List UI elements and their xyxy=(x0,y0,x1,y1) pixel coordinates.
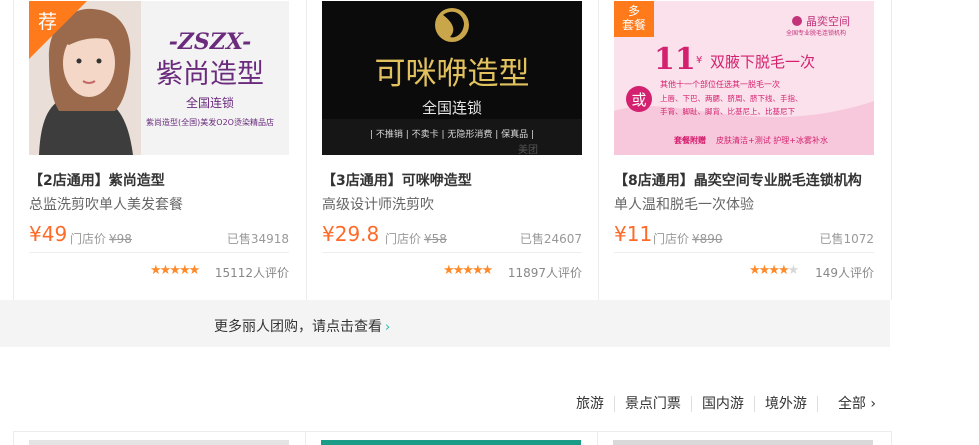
poster-tags: | 不推销 | 不卖卡 | 无隐形消费 | 保真品 | xyxy=(370,128,534,140)
poster-parts2: 手背、脚趾、脚背、比基尼上、比基尼下 xyxy=(660,106,795,116)
badge-text: 多 套餐 xyxy=(621,4,646,32)
deal-title[interactable]: 【8店通用】晶奕空间专业脱毛连锁机构 xyxy=(614,170,874,190)
poster-name: 可咪咿造型 xyxy=(375,56,530,92)
poster-price: 11 xyxy=(654,42,696,77)
poster-alt: 或 xyxy=(631,91,646,109)
deal-subtitle: 单人温和脱毛一次体验 xyxy=(614,197,754,213)
poster-brand: 晶奕空间 xyxy=(806,14,850,28)
original-price: 门店价 ¥58 xyxy=(385,232,447,246)
deal-card[interactable]: 可咪咿造型 全国连锁 | 不推销 | 不卖卡 | 无隐形消费 | 保真品 | 美… xyxy=(306,0,597,300)
deal-image-partial[interactable] xyxy=(613,440,873,445)
deal-price: ¥49 xyxy=(29,222,68,246)
poster-sub: 全国连锁 xyxy=(186,95,234,110)
deal-subtitle: 总监洗剪吹单人美发套餐 xyxy=(29,197,183,213)
rating-stars: ★★★★★ xyxy=(443,263,493,278)
poster-gift-label: 套餐附赠 xyxy=(673,135,706,145)
poster-name: 紫尚造型 xyxy=(156,59,264,90)
rating-count: 149人评价 xyxy=(815,266,874,280)
original-price: 门店价 ¥98 xyxy=(70,232,132,246)
chevron-right-icon: › xyxy=(870,396,876,412)
category-attraction-tickets[interactable]: 景点门票 xyxy=(615,396,692,412)
original-price: 门店价 ¥890 xyxy=(653,232,723,246)
more-deals-label: 更多丽人团购，请点击查看 xyxy=(214,319,382,335)
chevron-right-icon: › xyxy=(385,320,391,335)
badge-text: 荐 xyxy=(38,11,58,33)
more-deals-bar: 更多丽人团购，请点击查看 › xyxy=(0,300,890,347)
deal-image[interactable]: 晶奕空间 全国专业脱毛连锁机构 ¥ 11 双腋下脱毛一次 或 其他十一个部位任选… xyxy=(614,1,874,155)
kemiyi-poster: 可咪咿造型 全国连锁 | 不推销 | 不卖卡 | 无隐形消费 | 保真品 | 美… xyxy=(322,1,582,155)
sold-count: 已售1072 xyxy=(819,232,874,246)
category-nav: 旅游 景点门票 国内游 境外游 全部 › xyxy=(566,393,876,413)
category-domestic-travel[interactable]: 国内游 xyxy=(692,396,755,412)
deal-title[interactable]: 【2店通用】紫尚造型 xyxy=(29,170,289,190)
rating-stars: ★★★★★ xyxy=(150,263,200,278)
price-row: ¥11 门店价 ¥890 已售1072 xyxy=(614,222,874,253)
sold-count: 已售34918 xyxy=(226,232,289,246)
deal-image-partial[interactable] xyxy=(321,440,581,445)
deal-card[interactable]: -ZSZX- 紫尚造型 全国连锁 紫尚造型(全国)美发O2O烫染精品店 荐 【2… xyxy=(14,0,305,300)
multi-package-badge: 多 套餐 xyxy=(614,1,654,37)
deal-card[interactable]: 晶奕空间 全国专业脱毛连锁机构 ¥ 11 双腋下脱毛一次 或 其他十一个部位任选… xyxy=(598,0,889,300)
poster-watermark: 美团 xyxy=(518,143,538,155)
deal-image-partial[interactable] xyxy=(29,440,289,445)
deal-price: ¥11 xyxy=(614,222,653,246)
rating-row: ★★★★★ 15112人评价 xyxy=(29,262,289,280)
next-deal-row xyxy=(13,431,892,445)
poster-alt-head: 其他十一个部位任选其一脱毛一次 xyxy=(660,79,780,89)
poster-gift: 皮肤清洁+测试 护理+冰雾补水 xyxy=(716,135,828,145)
poster-logo: -ZSZX- xyxy=(169,29,252,55)
rating-count: 11897人评价 xyxy=(507,266,582,280)
deal-image[interactable]: 可咪咿造型 全国连锁 | 不推销 | 不卖卡 | 无隐形消费 | 保真品 | 美… xyxy=(322,1,582,155)
more-deals-link[interactable]: 更多丽人团购，请点击查看 › xyxy=(214,316,390,336)
recommend-badge: 荐 xyxy=(29,1,87,59)
deal-subtitle: 高级设计师洗剪吹 xyxy=(322,197,434,213)
deal-price: ¥29.8 xyxy=(322,222,380,246)
price-row: ¥29.8 门店价 ¥58 已售24607 xyxy=(322,222,582,253)
rating-count: 15112人评价 xyxy=(214,266,289,280)
view-all-label: 全部 xyxy=(837,396,866,412)
rating-row: ★★★★★ 11897人评价 xyxy=(322,262,582,280)
poster-unit: ¥ xyxy=(696,55,702,66)
deal-image[interactable]: -ZSZX- 紫尚造型 全国连锁 紫尚造型(全国)美发O2O烫染精品店 荐 xyxy=(29,1,289,155)
deal-title[interactable]: 【3店通用】可咪咿造型 xyxy=(322,170,582,190)
view-all-link[interactable]: 全部 › xyxy=(828,393,876,413)
poster-brand-sub: 全国专业脱毛连锁机构 xyxy=(786,29,846,37)
rating-row: ★★★★★ 149人评价 xyxy=(614,262,874,280)
rating-stars: ★★★★★ xyxy=(749,263,799,278)
poster-headline: 双腋下脱毛一次 xyxy=(710,53,815,71)
category-overseas-travel[interactable]: 境外游 xyxy=(755,396,818,412)
category-travel[interactable]: 旅游 xyxy=(566,396,615,412)
deal-list: -ZSZX- 紫尚造型 全国连锁 紫尚造型(全国)美发O2O烫染精品店 荐 【2… xyxy=(13,0,892,300)
sold-count: 已售24607 xyxy=(519,232,582,246)
poster-caption: 紫尚造型(全国)美发O2O烫染精品店 xyxy=(146,117,274,127)
poster-parts1: 上唇、下巴、两腮、脐周、脐下线、手指、 xyxy=(660,93,803,103)
price-row: ¥49 门店价 ¥98 已售34918 xyxy=(29,222,289,253)
poster-sub: 全国连锁 xyxy=(422,99,482,117)
